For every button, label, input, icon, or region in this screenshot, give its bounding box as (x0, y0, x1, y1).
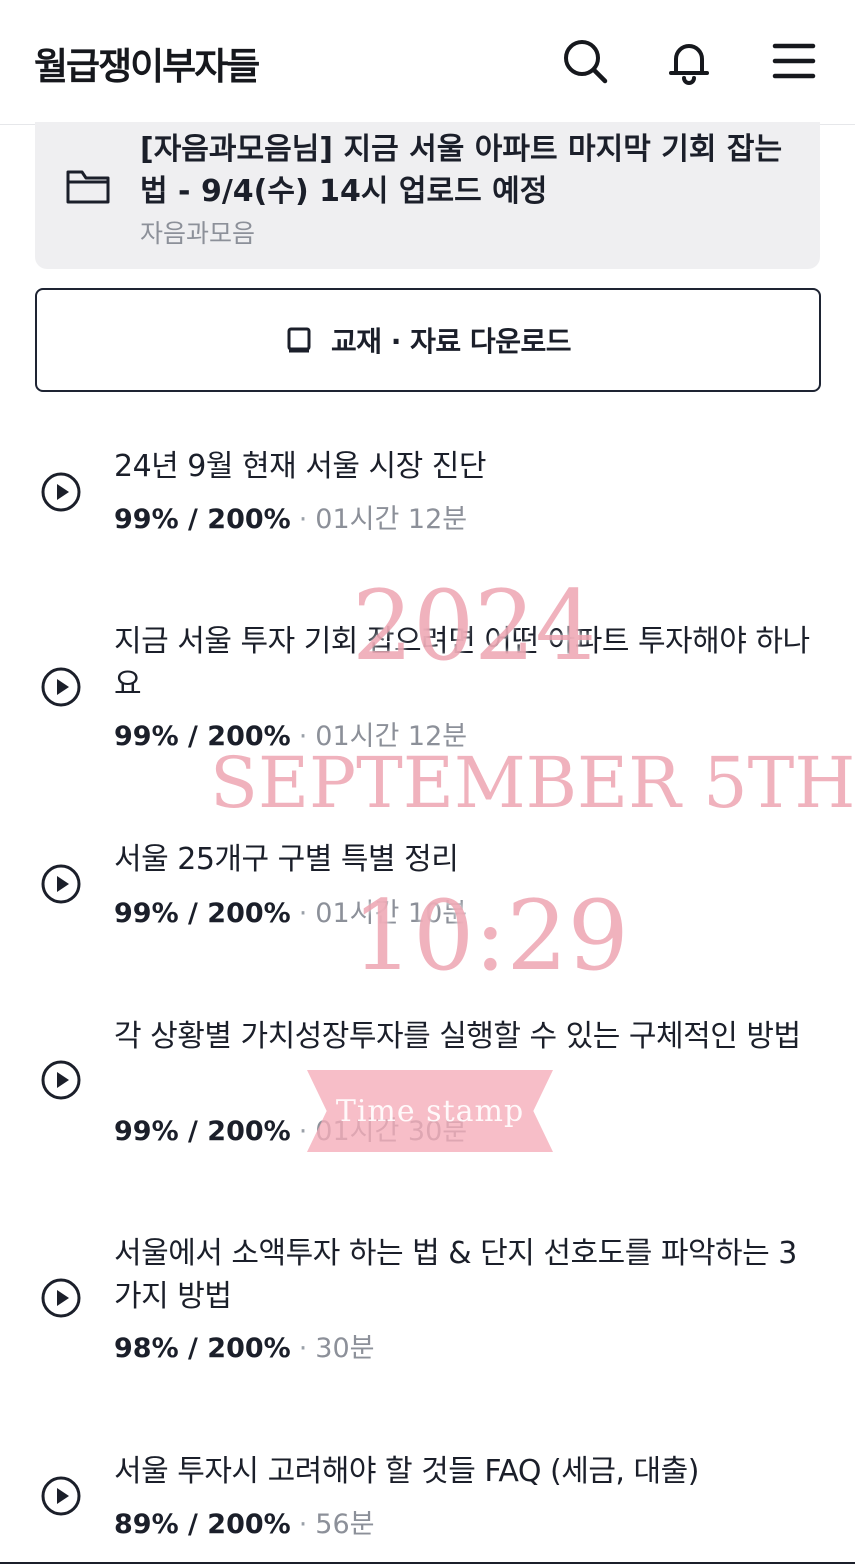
banner-subtitle: 자음과모음 (140, 219, 256, 248)
lesson-progress: 98% / 200% (114, 1333, 291, 1364)
lesson-meta: 99% / 200% · 01시간 12분 (114, 714, 467, 753)
play-icon[interactable] (40, 1059, 82, 1101)
lesson-title: 서울에서 소액투자 하는 법 & 단지 선호도를 파악하는 3가지 방법 (114, 1236, 797, 1314)
lesson-item[interactable]: 서울 25개구 구별 특별 정리 99% / 200% · 01시간 10분 (0, 838, 855, 938)
lesson-meta: 99% / 200% · 01시간 12분 (114, 497, 467, 536)
lesson-progress: 89% / 200% (114, 1509, 291, 1540)
lesson-title: 각 상황별 가치성장투자를 실행할 수 있는 구체적인 방법 (114, 1019, 801, 1054)
play-icon[interactable] (40, 1475, 82, 1517)
banner-title: [자음과모음님] 지금 서울 아파트 마지막 기회 잡는 법 - 9/4(수) … (140, 132, 783, 209)
lesson-progress: 99% / 200% (114, 1116, 291, 1147)
play-icon[interactable] (40, 1277, 82, 1319)
meta-separator: · (298, 504, 308, 535)
lesson-meta: 99% / 200% · 01시간 30분 (114, 1109, 467, 1148)
lesson-duration: 01시간 12분 (315, 721, 468, 752)
lesson-duration: 30분 (315, 1333, 375, 1364)
lesson-progress: 99% / 200% (114, 721, 291, 752)
search-icon[interactable] (560, 36, 610, 86)
lesson-item[interactable]: 24년 9월 현재 서울 시장 진단 99% / 200% · 01시간 12분 (0, 440, 855, 550)
bell-icon[interactable] (664, 36, 714, 86)
meta-separator: · (298, 1116, 308, 1147)
lesson-progress: 99% / 200% (114, 898, 291, 929)
lesson-duration: 01시간 12분 (315, 504, 468, 535)
lesson-title: 서울 25개구 구별 특별 정리 (114, 842, 459, 877)
lesson-meta: 98% / 200% · 30분 (114, 1326, 375, 1365)
book-icon (287, 327, 311, 353)
course-folder-banner[interactable]: [자음과모음님] 지금 서울 아파트 마지막 기회 잡는 법 - 9/4(수) … (35, 122, 820, 269)
lesson-item[interactable]: 지금 서울 투자 기회 잡으려면 어떤 아파트 투자해야 하나요 99% / 2… (0, 620, 855, 755)
lesson-title: 24년 9월 현재 서울 시장 진단 (114, 449, 486, 484)
lesson-duration: 01시간 30분 (315, 1116, 468, 1147)
lesson-meta: 99% / 200% · 01시간 10분 (114, 891, 467, 930)
download-materials-button[interactable]: 교재 · 자료 다운로드 (35, 288, 821, 392)
lesson-item[interactable]: 서울 투자시 고려해야 할 것들 FAQ (세금, 대출) 89% / 200%… (0, 1450, 855, 1550)
download-button-label: 교재 · 자료 다운로드 (331, 325, 571, 358)
meta-separator: · (298, 898, 308, 929)
lesson-duration: 56분 (315, 1509, 375, 1540)
page: 월급쟁이부자들 [자음과모음님] 지금 서울 아파트 마지막 기회 잡는 법 -… (0, 0, 855, 1564)
app-logo[interactable]: 월급쟁이부자들 (34, 36, 260, 90)
menu-icon[interactable] (769, 36, 819, 86)
app-header: 월급쟁이부자들 (0, 0, 855, 125)
lesson-item[interactable]: 서울에서 소액투자 하는 법 & 단지 선호도를 파악하는 3가지 방법 98%… (0, 1232, 855, 1367)
meta-separator: · (298, 1333, 308, 1364)
lesson-duration: 01시간 10분 (315, 898, 468, 929)
play-icon[interactable] (40, 471, 82, 513)
play-icon[interactable] (40, 666, 82, 708)
lesson-progress: 99% / 200% (114, 504, 291, 535)
lesson-title: 지금 서울 투자 기회 잡으려면 어떤 아파트 투자해야 하나요 (114, 624, 810, 702)
lesson-title: 서울 투자시 고려해야 할 것들 FAQ (세금, 대출) (114, 1454, 699, 1489)
meta-separator: · (298, 721, 308, 752)
meta-separator: · (298, 1509, 308, 1540)
lesson-item[interactable]: 각 상황별 가치성장투자를 실행할 수 있는 구체적인 방법 99% / 200… (0, 1015, 855, 1150)
lesson-meta: 89% / 200% · 56분 (114, 1502, 375, 1541)
play-icon[interactable] (40, 863, 82, 905)
folder-icon (66, 170, 110, 204)
